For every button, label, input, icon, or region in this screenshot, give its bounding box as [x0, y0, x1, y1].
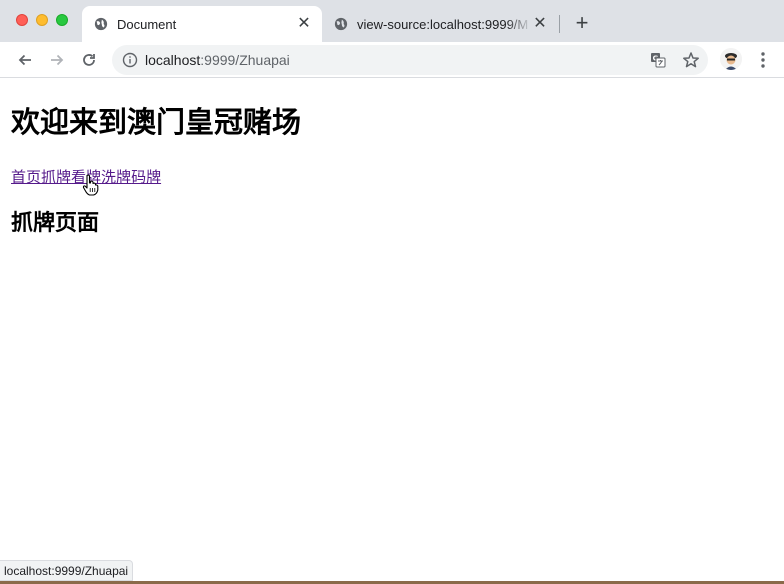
status-bar: localhost:9999/Zhuapai	[0, 560, 134, 581]
tab-document[interactable]: Document ✕	[82, 6, 322, 42]
info-icon[interactable]	[122, 52, 138, 68]
link-zhuapai[interactable]: 抓牌	[41, 168, 71, 186]
tab-view-source[interactable]: view-source:localhost:9999/M ✕	[322, 6, 558, 42]
more-vert-icon[interactable]	[756, 50, 770, 70]
page-title: 欢迎来到澳门皇冠赌场	[11, 105, 302, 139]
globe-icon	[334, 17, 348, 31]
globe-icon	[94, 17, 108, 31]
link-mapai[interactable]: 码牌	[131, 168, 161, 186]
reload-button[interactable]	[77, 48, 101, 72]
new-tab-button[interactable]: +	[570, 12, 594, 36]
window-maximize-button[interactable]	[56, 14, 68, 26]
star-icon[interactable]	[682, 51, 700, 69]
forward-button[interactable]	[45, 48, 69, 72]
hand-cursor-icon	[82, 174, 99, 196]
close-tab-icon[interactable]: ✕	[296, 16, 312, 32]
browser-window: Document ✕ view-source:localhost:9999/M …	[0, 0, 784, 581]
arrow-right-icon	[51, 54, 64, 66]
window-minimize-button[interactable]	[36, 14, 48, 26]
url-host: localhost	[145, 52, 201, 68]
link-xipai[interactable]: 洗牌	[101, 168, 131, 186]
url-path: :9999/Zhuapai	[200, 52, 290, 68]
url-text[interactable]: localhost:9999/Zhuapai	[145, 52, 290, 68]
back-button[interactable]	[13, 48, 37, 72]
window-close-button[interactable]	[16, 14, 28, 26]
page-content: 欢迎来到澳门皇冠赌场 首页抓牌看牌洗牌码牌 抓牌页面	[0, 78, 784, 581]
tab-title: view-source:localhost:9999/M	[357, 16, 529, 32]
profile-avatar[interactable]	[720, 48, 742, 70]
avatar-icon	[720, 48, 742, 70]
arrow-left-icon	[18, 54, 31, 66]
page-subheading: 抓牌页面	[11, 211, 100, 236]
reload-icon	[83, 54, 95, 66]
link-home[interactable]: 首页	[11, 168, 41, 186]
tab-divider	[559, 15, 560, 33]
tab-title: Document	[117, 16, 177, 32]
address-bar[interactable]: localhost:9999/Zhuapai G	[112, 45, 708, 75]
close-tab-icon[interactable]: ✕	[532, 16, 548, 32]
translate-icon[interactable]: G	[650, 52, 666, 68]
tab-strip: Document ✕ view-source:localhost:9999/M …	[0, 0, 784, 42]
browser-toolbar: localhost:9999/Zhuapai G	[0, 42, 784, 78]
